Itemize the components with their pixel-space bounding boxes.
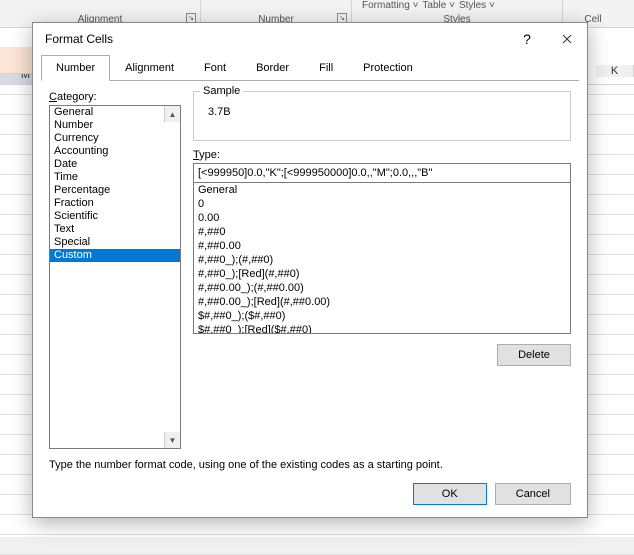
- close-button[interactable]: [547, 23, 587, 55]
- category-item[interactable]: Scientific: [50, 210, 180, 223]
- chevron-down-icon: ˅: [489, 0, 495, 11]
- category-item[interactable]: Text: [50, 223, 180, 236]
- tab-number[interactable]: Number: [41, 55, 110, 81]
- chevron-down-icon: ˅: [413, 0, 419, 11]
- type-item[interactable]: #,##0_);(#,##0): [194, 253, 570, 267]
- tabs: Number Alignment Font Border Fill Protec…: [33, 55, 587, 81]
- sample-label: Sample: [200, 85, 243, 97]
- sample-box: Sample 3.7B: [193, 91, 571, 141]
- type-item[interactable]: #,##0_);[Red](#,##0): [194, 267, 570, 281]
- titlebar: Format Cells ?: [33, 23, 587, 55]
- type-item[interactable]: #,##0.00_);[Red](#,##0.00): [194, 295, 570, 309]
- ribbon-styles-btn[interactable]: Styles ˅: [459, 0, 495, 11]
- help-button[interactable]: ?: [507, 23, 547, 55]
- tab-alignment[interactable]: Alignment: [110, 55, 189, 81]
- type-item[interactable]: General: [194, 183, 570, 197]
- info-text: Type the number format code, using one o…: [33, 459, 587, 471]
- tab-border[interactable]: Border: [241, 55, 304, 81]
- category-listbox[interactable]: ▲ General Number Currency Accounting Dat…: [49, 105, 181, 449]
- type-item[interactable]: #,##0: [194, 225, 570, 239]
- type-item[interactable]: #,##0.00_);(#,##0.00): [194, 281, 570, 295]
- category-label: Category:: [49, 91, 181, 103]
- sample-value: 3.7B: [200, 94, 564, 130]
- category-item[interactable]: Currency: [50, 132, 180, 145]
- format-cells-dialog: Format Cells ? Number Alignment Font Bor…: [32, 22, 588, 518]
- scroll-down-icon[interactable]: ▼: [164, 432, 180, 448]
- close-icon: [562, 34, 572, 44]
- category-item[interactable]: Special: [50, 236, 180, 249]
- ribbon-formatting-btn[interactable]: Formatting ˅: [362, 0, 418, 11]
- type-item[interactable]: $#,##0_);($#,##0): [194, 309, 570, 323]
- type-input[interactable]: [193, 163, 571, 183]
- ok-button[interactable]: OK: [413, 483, 487, 505]
- delete-button[interactable]: Delete: [497, 344, 571, 366]
- category-item[interactable]: Accounting: [50, 145, 180, 158]
- tab-fill[interactable]: Fill: [304, 55, 348, 81]
- type-item[interactable]: 0: [194, 197, 570, 211]
- category-item[interactable]: Time: [50, 171, 180, 184]
- scroll-up-icon[interactable]: ▲: [164, 106, 180, 122]
- category-item-selected[interactable]: Custom: [50, 249, 180, 262]
- type-item[interactable]: $#,##0_);[Red]($#,##0): [194, 323, 570, 334]
- category-item[interactable]: Number: [50, 119, 180, 132]
- chevron-down-icon: ˅: [449, 0, 455, 11]
- types-listbox[interactable]: General 0 0.00 #,##0 #,##0.00 #,##0_);(#…: [193, 182, 571, 334]
- tab-protection[interactable]: Protection: [348, 55, 428, 81]
- dialog-title: Format Cells: [45, 32, 113, 46]
- category-item[interactable]: Fraction: [50, 197, 180, 210]
- ribbon-table-btn[interactable]: Table ˅: [422, 0, 455, 11]
- tab-font[interactable]: Font: [189, 55, 241, 81]
- category-item[interactable]: General: [50, 106, 180, 119]
- cancel-button[interactable]: Cancel: [495, 483, 571, 505]
- category-item[interactable]: Date: [50, 158, 180, 171]
- type-label: Type:: [193, 149, 571, 161]
- category-item[interactable]: Percentage: [50, 184, 180, 197]
- type-item[interactable]: 0.00: [194, 211, 570, 225]
- type-item[interactable]: #,##0.00: [194, 239, 570, 253]
